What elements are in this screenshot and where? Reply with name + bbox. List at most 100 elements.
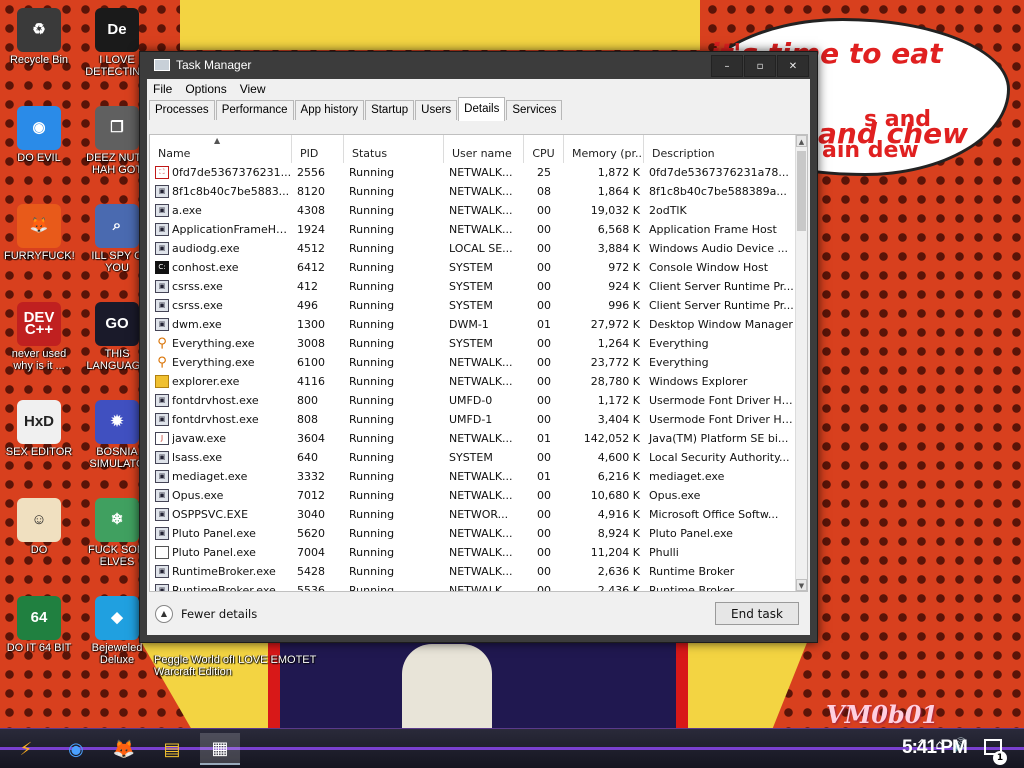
chrome-taskbar-icon[interactable]: ◉: [56, 733, 96, 765]
exe-process-icon: ▣: [155, 394, 169, 407]
process-pid-cell: 2556: [297, 166, 325, 179]
process-name-cell: ⛶ 0fd7de5367376231...: [150, 163, 292, 182]
scroll-down-icon[interactable]: ▼: [796, 579, 807, 591]
process-status-cell: Running: [349, 432, 395, 445]
column-header-status[interactable]: Status: [344, 135, 444, 163]
table-row[interactable]: ▣ csrss.exe 496 Running SYSTEM 00 996 K Client …: [150, 296, 797, 315]
menu-options[interactable]: Options: [185, 82, 226, 96]
tab-performance[interactable]: Performance: [215, 100, 294, 120]
tab-users[interactable]: Users: [415, 100, 458, 120]
process-pid-cell: 5536: [297, 584, 325, 591]
table-row[interactable]: ▣ mediaget.exe 3332 Running NETWALK... 01 6,21…: [150, 467, 797, 486]
table-row[interactable]: ▣ RuntimeBroker.exe 5536 Running NETWALK... 0…: [150, 581, 797, 591]
desktop-icon[interactable]: 🦊 FURRYFUCK!: [4, 204, 75, 262]
process-user-cell: NETWALK...: [449, 584, 513, 591]
desktop-icon[interactable]: 64 DO IT 64 BIT: [4, 596, 74, 654]
process-user-cell: NETWOR...: [449, 508, 509, 521]
column-header-cpu[interactable]: CPU: [524, 135, 564, 163]
process-memory-cell: 1,864 K: [597, 185, 640, 198]
desktop-icon[interactable]: ☺ DO: [4, 498, 74, 556]
table-row[interactable]: ▣ csrss.exe 412 Running SYSTEM 00 924 K Client …: [150, 277, 797, 296]
minimize-button[interactable]: –: [711, 55, 743, 77]
table-row[interactable]: ⚲ Everything.exe 3008 Running SYSTEM 00 1,264 …: [150, 334, 797, 353]
menu-view[interactable]: View: [240, 82, 266, 96]
process-description-cell: Usermode Font Driver Host: [649, 413, 797, 426]
process-name: audiodg.exe: [172, 242, 240, 255]
window-footer: ▲ Fewer details End task: [147, 591, 810, 635]
table-row[interactable]: ▣ fontdrvhost.exe 800 Running UMFD-0 00 1,172 …: [150, 391, 797, 410]
process-memory-cell: 23,772 K: [590, 356, 640, 369]
table-row[interactable]: ▣ RuntimeBroker.exe 5428 Running NETWALK... 0…: [150, 562, 797, 581]
file-explorer-taskbar-icon[interactable]: ▤: [152, 733, 192, 765]
process-user-cell: NETWALK...: [449, 223, 513, 236]
fewer-details-link[interactable]: ▲ Fewer details: [155, 605, 257, 623]
table-row[interactable]: ▣ lsass.exe 640 Running SYSTEM 00 4,600 K Local…: [150, 448, 797, 467]
process-user-cell: NETWALK...: [449, 166, 513, 179]
table-row[interactable]: Pluto Panel.exe 7004 Running NETWALK... 00 11…: [150, 543, 797, 562]
title-bar[interactable]: Task Manager – ▫ ✕: [140, 52, 817, 79]
table-row[interactable]: ▣ audiodg.exe 4512 Running LOCAL SE... 00 3,88…: [150, 239, 797, 258]
table-row[interactable]: Jjavaw.exe 3604 Running NETWALK... 01 142,052…: [150, 429, 797, 448]
tab-processes[interactable]: Processes: [149, 100, 215, 120]
desktop-label-emotet[interactable]: I LOVE EMOTET: [232, 654, 332, 666]
column-header-user[interactable]: User name: [444, 135, 524, 163]
process-memory-cell: 3,884 K: [597, 242, 640, 255]
scroll-up-icon[interactable]: ▲: [796, 135, 807, 147]
scroll-thumb[interactable]: [797, 151, 806, 231]
tab-services[interactable]: Services: [506, 100, 563, 120]
close-button[interactable]: ✕: [777, 55, 809, 77]
end-task-button[interactable]: End task: [715, 602, 799, 625]
watermark: VM0b01: [826, 700, 939, 729]
table-row[interactable]: ⚲ Everything.exe 6100 Running NETWALK... 00 23…: [150, 353, 797, 372]
desktop-app-icon: De: [95, 8, 139, 52]
table-row[interactable]: explorer.exe 4116 Running NETWALK... 00 28,78…: [150, 372, 797, 391]
column-header-name[interactable]: ▲ Name: [150, 135, 292, 163]
table-row[interactable]: ▣ 8f1c8b40c7be5883... 8120 Running NETWALK..…: [150, 182, 797, 201]
process-name-cell: Jjavaw.exe: [150, 429, 292, 448]
process-pid-cell: 1924: [297, 223, 325, 236]
maximize-button[interactable]: ▫: [744, 55, 776, 77]
desktop-icon[interactable]: HxD SEX EDITOR: [4, 400, 74, 458]
firefox-taskbar-icon[interactable]: 🦊: [104, 733, 144, 765]
table-row[interactable]: ▣ dwm.exe 1300 Running DWM-1 01 27,972 K Deskto…: [150, 315, 797, 334]
process-cpu-cell: 00: [537, 204, 551, 217]
column-header-name-label: Name: [158, 147, 191, 160]
process-name-cell: ▣ csrss.exe: [150, 296, 292, 315]
table-row[interactable]: ▣ fontdrvhost.exe 808 Running UMFD-1 00 3,404 …: [150, 410, 797, 429]
column-header-memory[interactable]: Memory (pr...: [564, 135, 644, 163]
tab-startup[interactable]: Startup: [365, 100, 415, 120]
desktop-icon[interactable]: ♻ Recycle Bin: [4, 8, 74, 66]
desktop-icon[interactable]: ◉ DO EVIL: [4, 106, 74, 164]
tab-app-history[interactable]: App history: [294, 100, 365, 120]
process-name-cell: ▣ RuntimeBroker.exe: [150, 562, 292, 581]
table-row[interactable]: C: conhost.exe 6412 Running SYSTEM 00 972 K Con…: [150, 258, 797, 277]
process-cpu-cell: 00: [537, 223, 551, 236]
process-cpu-cell: 00: [537, 584, 551, 591]
process-status-cell: Running: [349, 489, 395, 502]
desktop-icon-label: DO: [30, 544, 48, 556]
menu-file[interactable]: File: [153, 82, 172, 96]
column-header-pid[interactable]: PID: [292, 135, 344, 163]
exe-process-icon: ▣: [155, 223, 169, 236]
table-row[interactable]: ▣ ApplicationFrameHos... 1924 Running NETWAL…: [150, 220, 797, 239]
desktop-icon[interactable]: DEV C++ never used why is it ...: [4, 302, 74, 372]
desktop-icon-label: never used why is it ...: [11, 348, 67, 372]
clock[interactable]: 5:41 PM: [902, 737, 968, 759]
process-memory-cell: 4,916 K: [597, 508, 640, 521]
table-row[interactable]: ▣ Opus.exe 7012 Running NETWALK... 00 10,680 K…: [150, 486, 797, 505]
column-header-description[interactable]: Description: [644, 135, 797, 163]
table-row[interactable]: ▣ OSPPSVC.EXE 3040 Running NETWOR... 00 4,916 …: [150, 505, 797, 524]
task-manager-taskbar-icon[interactable]: ▦: [200, 733, 240, 765]
desktop-app-icon: ☺: [17, 498, 61, 542]
process-status-cell: Running: [349, 470, 395, 483]
table-row[interactable]: ▣ Pluto Panel.exe 5620 Running NETWALK... 00 8…: [150, 524, 797, 543]
vertical-scrollbar[interactable]: ▲ ▼: [795, 135, 807, 591]
table-row[interactable]: ▣ a.exe 4308 Running NETWALK... 00 19,032 K 2od…: [150, 201, 797, 220]
tab-details[interactable]: Details: [458, 97, 506, 121]
process-status-cell: Running: [349, 337, 395, 350]
process-user-cell: LOCAL SE...: [449, 242, 513, 255]
process-name: dwm.exe: [172, 318, 222, 331]
table-row[interactable]: ⛶ 0fd7de5367376231... 2556 Running NETWALK..…: [150, 163, 797, 182]
process-name-cell: ▣ a.exe: [150, 201, 292, 220]
start-button[interactable]: ⚡: [6, 733, 46, 765]
